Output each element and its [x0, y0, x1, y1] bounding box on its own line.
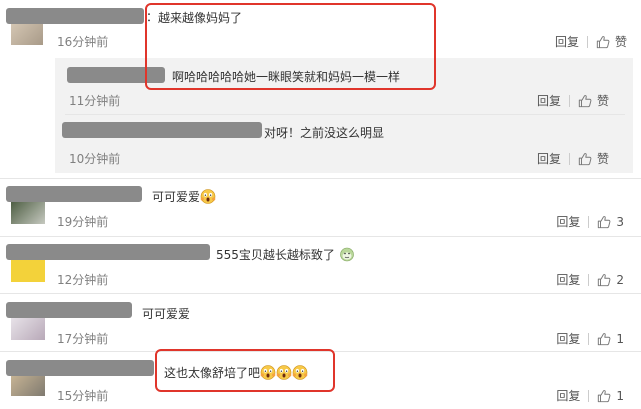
reply-text: 对呀！之前没这么明显 — [264, 126, 385, 140]
highlight-box — [155, 349, 335, 392]
comment-divider — [0, 236, 641, 237]
like-count: 1 — [616, 331, 624, 346]
divider — [568, 152, 570, 165]
monkey-face-emoji — [339, 246, 355, 262]
like-count: 2 — [616, 272, 624, 287]
comment-text: 可可爱爱 — [152, 188, 216, 205]
thumbs-up-icon — [578, 94, 592, 108]
reply-time: 10分钟前 — [69, 152, 121, 166]
comment-divider — [0, 178, 641, 179]
thumbs-up-icon — [578, 152, 592, 166]
comment-actions: 回复 2 — [556, 271, 624, 288]
username-redacted[interactable] — [6, 244, 210, 260]
reply-time: 11分钟前 — [69, 94, 121, 108]
avatar[interactable] — [11, 200, 45, 224]
thumbs-up-icon — [597, 389, 611, 403]
avatar[interactable] — [11, 258, 45, 282]
face-screaming-emoji — [200, 188, 216, 204]
thumbs-up-icon — [596, 35, 610, 49]
reply-button[interactable]: 回复 — [556, 213, 580, 230]
comment-actions: 回复 3 — [556, 213, 624, 230]
thumbs-up-icon — [597, 215, 611, 229]
reply-button[interactable]: 回复 — [555, 33, 579, 50]
avatar[interactable] — [11, 316, 45, 340]
like-count: 3 — [616, 214, 624, 229]
reply-actions: 回复 赞 — [537, 150, 609, 167]
like-button[interactable]: 3 — [597, 215, 624, 229]
reply-button[interactable]: 回复 — [537, 150, 561, 167]
like-count: 赞 — [596, 94, 609, 108]
like-button[interactable]: 赞 — [578, 150, 609, 167]
reply-button[interactable]: 回复 — [537, 92, 561, 109]
reply-divider — [65, 114, 625, 115]
thumbs-up-icon — [597, 273, 611, 287]
divider — [588, 332, 590, 345]
like-button[interactable]: 2 — [597, 273, 624, 287]
reply-button[interactable]: 回复 — [556, 271, 580, 288]
like-count: 1 — [616, 388, 624, 403]
like-button[interactable]: 1 — [597, 389, 624, 403]
username-redacted[interactable] — [6, 302, 132, 318]
like-button[interactable]: 1 — [597, 332, 624, 346]
highlight-box — [145, 3, 436, 90]
divider — [588, 389, 590, 402]
username-redacted[interactable] — [6, 8, 144, 24]
like-count: 赞 — [614, 35, 627, 49]
thumbs-up-icon — [597, 332, 611, 346]
reply-actions: 回复 赞 — [537, 92, 609, 109]
username-redacted[interactable] — [6, 360, 154, 376]
comment-actions: 回复 赞 — [555, 33, 627, 50]
comment-time: 15分钟前 — [57, 389, 109, 403]
comment-actions: 回复 1 — [556, 330, 624, 347]
comment-time: 17分钟前 — [57, 332, 109, 346]
divider — [588, 215, 590, 228]
comment-time: 16分钟前 — [57, 35, 109, 49]
username-redacted[interactable] — [6, 186, 142, 202]
divider — [588, 273, 590, 286]
comment-actions: 回复 1 — [556, 387, 624, 404]
comment-text: 555宝贝越长越标致了 — [216, 246, 355, 263]
divider — [586, 35, 588, 48]
comment-text: 可可爱爱 — [142, 307, 191, 321]
like-button[interactable]: 赞 — [596, 33, 627, 50]
reply-button[interactable]: 回复 — [556, 387, 580, 404]
divider — [568, 94, 570, 107]
like-button[interactable]: 赞 — [578, 92, 609, 109]
reply-button[interactable]: 回复 — [556, 330, 580, 347]
comment-time: 19分钟前 — [57, 215, 109, 229]
comment-time: 12分钟前 — [57, 273, 109, 287]
username-redacted[interactable] — [62, 122, 262, 138]
like-count: 赞 — [596, 152, 609, 166]
comment-divider — [0, 293, 641, 294]
